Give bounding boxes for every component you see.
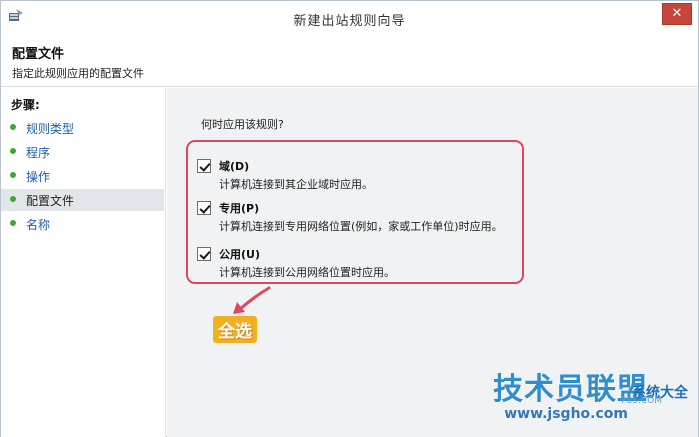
- public-checkbox[interactable]: [197, 247, 211, 261]
- close-button[interactable]: ✕: [662, 3, 692, 25]
- bullet-icon: [10, 124, 16, 130]
- option-description: 计算机连接到专用网络位置(例如，家或工作单位)时应用。: [219, 220, 503, 233]
- sidebar-item-rule-type[interactable]: 规则类型: [1, 117, 164, 139]
- domain-checkbox[interactable]: [197, 159, 211, 173]
- steps-sidebar: 步骤: 规则类型 程序 操作 配置文件 名称: [1, 88, 166, 437]
- sidebar-item-label: 配置文件: [26, 194, 75, 208]
- title-bar[interactable]: 新建出站规则向导 ✕: [1, 1, 698, 35]
- select-all-callout: 全选: [213, 316, 257, 343]
- option-label: 域(D): [219, 160, 250, 173]
- bullet-icon: [10, 148, 16, 154]
- wizard-window: 新建出站规则向导 ✕ 配置文件 指定此规则应用的配置文件 步骤: 规则类型 程序…: [0, 0, 699, 437]
- private-checkbox[interactable]: [197, 201, 211, 215]
- sidebar-item-label: 规则类型: [26, 122, 75, 136]
- window-title: 新建出站规则向导: [293, 14, 406, 29]
- watermark-url: www.jsgho.com: [504, 406, 628, 422]
- option-description: 计算机连接到公用网络位置时应用。: [219, 266, 395, 279]
- page-title: 配置文件: [12, 47, 65, 62]
- bullet-icon: [10, 172, 16, 178]
- question-label: 何时应用该规则?: [201, 118, 284, 131]
- sidebar-item-name[interactable]: 名称: [1, 213, 164, 235]
- page-subtitle: 指定此规则应用的配置文件: [12, 67, 144, 80]
- page-header: 配置文件 指定此规则应用的配置文件: [1, 35, 698, 87]
- bullet-icon: [10, 196, 16, 202]
- sidebar-item-profile[interactable]: 配置文件: [1, 189, 164, 211]
- sidebar-item-label: 操作: [26, 170, 51, 184]
- option-label: 公用(U): [219, 248, 260, 261]
- watermark: 技术员联盟 www.jsgho.com 系统大全 P85.COM: [460, 362, 692, 432]
- steps-label: 步骤:: [11, 98, 40, 112]
- close-icon: ✕: [671, 6, 683, 21]
- watermark-code: P85.COM: [621, 396, 662, 406]
- sidebar-item-label: 程序: [26, 146, 51, 160]
- option-description: 计算机连接到其企业域时应用。: [219, 178, 373, 191]
- sidebar-item-program[interactable]: 程序: [1, 141, 164, 163]
- bullet-icon: [10, 220, 16, 226]
- option-label: 专用(P): [219, 202, 260, 215]
- sidebar-item-label: 名称: [26, 218, 51, 232]
- sidebar-item-action[interactable]: 操作: [1, 165, 164, 187]
